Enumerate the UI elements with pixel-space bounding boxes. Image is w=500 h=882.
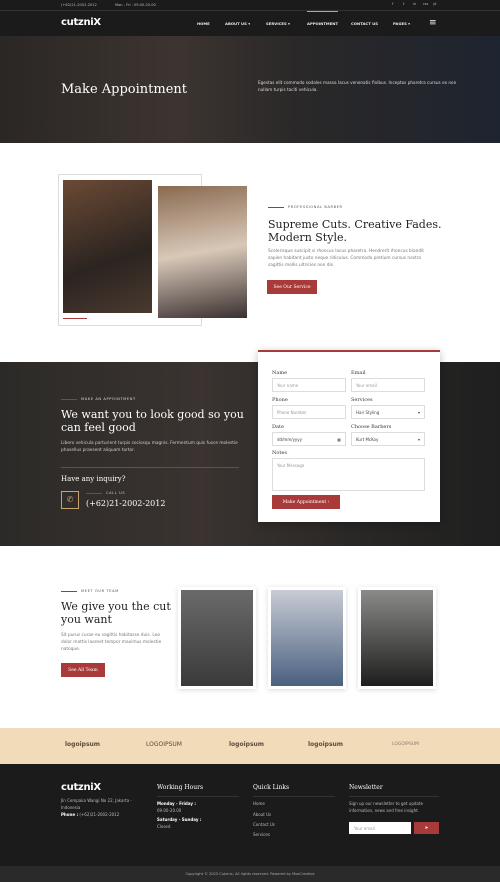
footer-logo[interactable]: cutzniX xyxy=(61,782,101,793)
partner-logo-5: LOGOIPSUM xyxy=(392,742,419,747)
team-eyebrow: MEET OUR TEAM xyxy=(61,589,119,593)
see-service-button[interactable]: See Our Service xyxy=(267,280,317,294)
barber-label: Choose Barbers xyxy=(351,424,392,430)
name-input[interactable]: Your name xyxy=(272,378,346,392)
barber-select[interactable]: Kurt McKoy ▾ xyxy=(351,432,425,446)
barber-photo-1 xyxy=(63,180,152,313)
hero-text: Egestas elit commodo sodales massa lacus… xyxy=(258,80,457,92)
hours-title: Working Hours xyxy=(157,784,239,797)
weekend-hours: Closed xyxy=(157,824,171,829)
make-appointment-button[interactable]: Make Appointment › xyxy=(272,495,340,509)
team-photo-1 xyxy=(181,590,253,686)
nav-pages[interactable]: PAGES ▾ xyxy=(393,21,410,26)
links-title: Quick Links xyxy=(253,784,335,797)
footer-address: Jln Cempaka Wangi No 22, Jakarta - Indon… xyxy=(61,798,132,810)
accent-line xyxy=(63,318,87,319)
weekday-label: Monday - Friday : xyxy=(157,801,196,806)
team-member-card[interactable] xyxy=(268,587,346,689)
services-label: Services xyxy=(351,397,373,403)
footer-link-home[interactable]: Home xyxy=(253,800,265,807)
services-select[interactable]: Hair Styling ▾ xyxy=(351,405,425,419)
phone-label: Phone xyxy=(272,397,288,403)
footer: cutzniX Jln Cempaka Wangi No 22, Jakarta… xyxy=(0,764,500,866)
footer-link-services[interactable]: Services xyxy=(253,831,270,838)
calendar-icon[interactable]: ▦ xyxy=(337,437,341,442)
email-input[interactable]: Your email xyxy=(351,378,425,392)
top-bar: (+62)21-2002-2012 Mon - Fri : 09.00-20.0… xyxy=(0,0,500,10)
phone-value: (+62)21-2002-2012 xyxy=(79,812,120,817)
date-placeholder: dd/mm/yyyy xyxy=(277,437,303,442)
divider xyxy=(61,467,239,468)
newsletter-title: Newsletter xyxy=(349,784,439,797)
topbar-phone: (+62)21-2002-2012 xyxy=(61,3,97,7)
team-member-card[interactable] xyxy=(178,587,256,689)
partner-logo-4: logoipsum xyxy=(308,741,344,748)
services-value: Hair Styling xyxy=(356,410,380,415)
chevron-down-icon: ▾ xyxy=(417,410,420,415)
send-icon[interactable]: ➤ xyxy=(414,822,439,834)
partner-logo-2: LOGOIPSUM xyxy=(146,741,182,748)
appointment-text: Libero vehicula parturient turpis socios… xyxy=(61,441,238,453)
notes-label: Notes xyxy=(272,450,287,456)
appointment-form: Name Your name Email Your email Phone Ph… xyxy=(258,350,440,522)
partner-logo-3: logoipsum xyxy=(229,741,265,748)
hamburger-icon[interactable]: ≡ xyxy=(429,18,437,28)
chevron-down-icon: ▾ xyxy=(417,437,420,442)
about-eyebrow: PROFESSIONAL BARBER xyxy=(268,205,343,209)
nav-appointment[interactable]: APPOINTMENT xyxy=(307,11,339,26)
phone-icon: ✆ xyxy=(61,491,79,509)
footer-link-contact[interactable]: Contact Us xyxy=(253,821,275,828)
copyright: Copyright © 2023 Cutznix, All rights res… xyxy=(0,866,500,882)
logo[interactable]: cutzniX xyxy=(61,17,101,28)
newsletter-email-input[interactable]: Your email xyxy=(349,822,411,834)
team-photo-3 xyxy=(361,590,433,686)
team-member-card[interactable] xyxy=(358,587,436,689)
main-nav: cutzniX HOME ABOUT US ▾ SERVICES ▾ APPOI… xyxy=(0,10,500,36)
date-input[interactable]: dd/mm/yyyy ▦ xyxy=(272,432,346,446)
barber-value: Kurt McKoy xyxy=(356,437,379,442)
call-label: CALL US xyxy=(86,491,125,495)
date-label: Date xyxy=(272,424,284,430)
see-all-team-button[interactable]: See All Team xyxy=(61,663,105,677)
nav-contact[interactable]: CONTACT US xyxy=(351,21,378,26)
nav-services[interactable]: SERVICES ▾ xyxy=(266,21,290,26)
social-linkedin-icon[interactable]: in xyxy=(413,2,416,6)
social-rss-icon[interactable]: rss xyxy=(423,2,428,6)
appointment-eyebrow: MAKE AN APPOINTMENT xyxy=(61,397,136,401)
footer-phone: Phone : (+62)21-2002-2012 xyxy=(61,811,119,818)
inquiry-heading: Have any inquiry? xyxy=(61,475,126,483)
social-facebook-icon[interactable]: f xyxy=(392,2,393,6)
appointment-title: We want you to look good so you can feel… xyxy=(61,408,244,434)
call-number[interactable]: (+62)21-2002-2012 xyxy=(86,499,165,508)
team-title: We give you the cut you want xyxy=(61,600,171,626)
phone-input[interactable]: Phone Number xyxy=(272,405,346,419)
social-youtube-icon[interactable]: yt xyxy=(433,2,437,6)
partner-logo-1: logoipsum xyxy=(65,741,101,748)
newsletter-text: Sign up our newsletter to get update inf… xyxy=(349,801,423,813)
partner-logos: logoipsum LOGOIPSUM logoipsum logoipsum … xyxy=(0,728,500,764)
barber-photo-2 xyxy=(158,186,247,318)
social-twitter-icon[interactable]: t xyxy=(403,2,404,6)
email-label: Email xyxy=(351,370,366,376)
weekend-label: Saturday - Sunday : xyxy=(157,817,202,822)
topbar-hours: Mon - Fri : 09.00-20.00 xyxy=(115,3,156,7)
footer-link-about[interactable]: About Us xyxy=(253,811,271,818)
nav-about[interactable]: ABOUT US ▾ xyxy=(225,21,250,26)
name-label: Name xyxy=(272,370,288,376)
about-text: Scelerisque suscipit si rhoncus lacus ph… xyxy=(268,249,424,268)
notes-textarea[interactable]: Your Message xyxy=(272,458,425,491)
weekday-hours: 09.00-20.00 xyxy=(157,808,182,813)
phone-label: Phone : xyxy=(61,812,79,817)
page-title: Make Appointment xyxy=(61,82,187,97)
team-text: Sit purus curae eu sagittis habitasse du… xyxy=(61,633,162,652)
team-photo-2 xyxy=(271,590,343,686)
nav-home[interactable]: HOME xyxy=(197,21,210,26)
about-title: Supreme Cuts. Creative Fades. Modern Sty… xyxy=(268,218,442,244)
